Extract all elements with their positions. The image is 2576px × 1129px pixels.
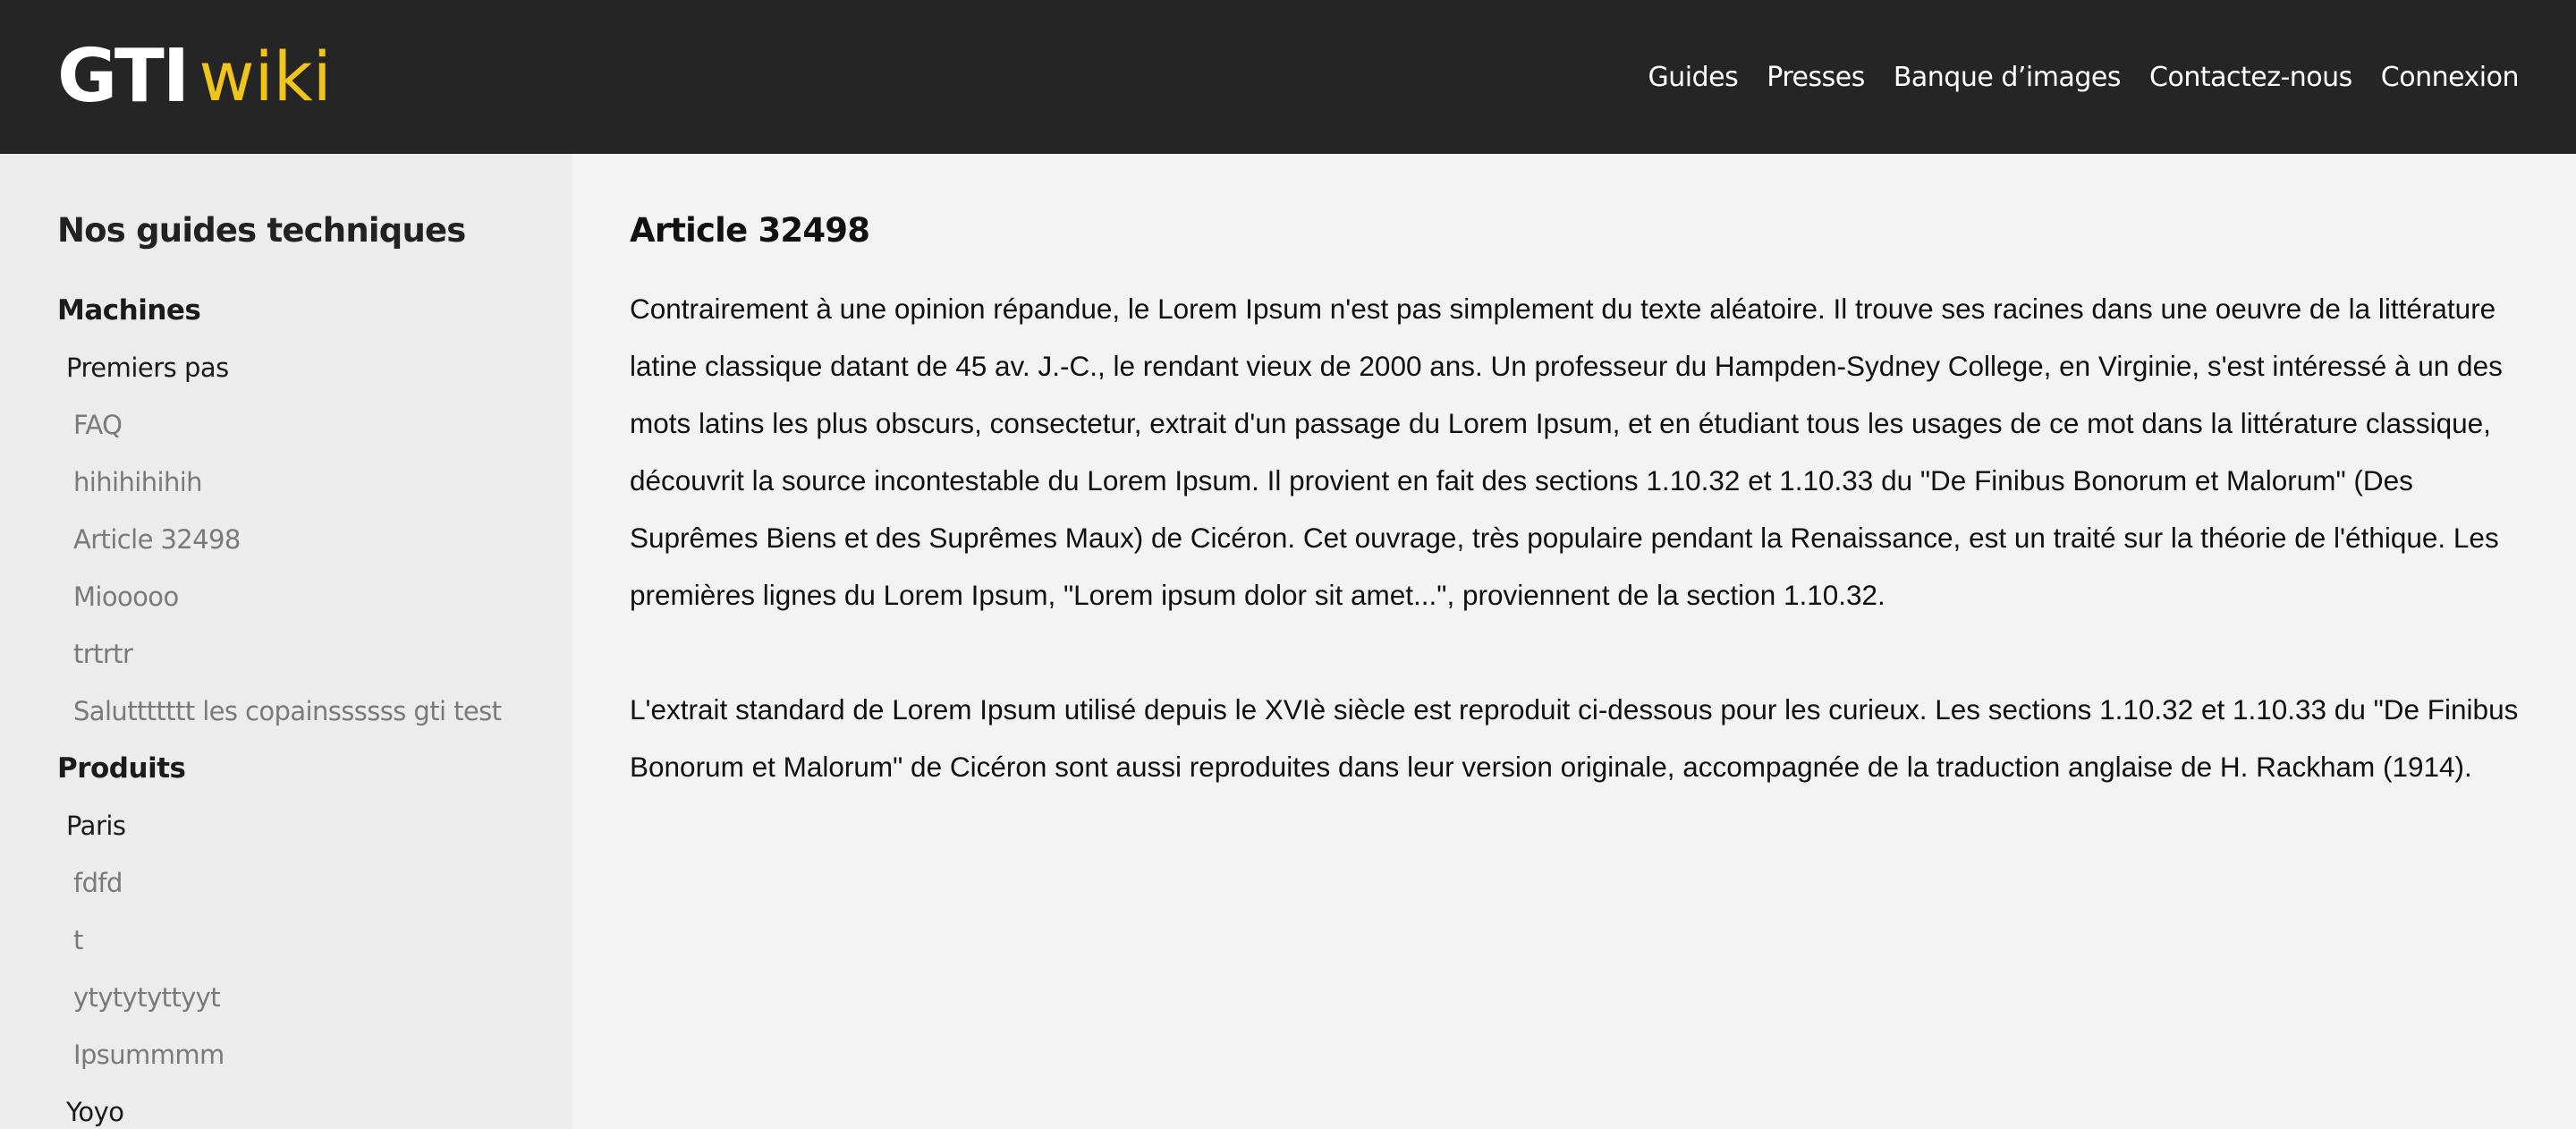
logo-wiki-text: wiki (199, 37, 332, 116)
nav-link-contact[interactable]: Contactez-nous (2149, 62, 2352, 93)
sidebar-title: Nos guides techniques (57, 211, 466, 250)
main-nav: Guides Presses Banque d’images Contactez… (1648, 62, 2520, 93)
nav-link-guides[interactable]: Guides (1648, 62, 1739, 93)
sidebar-article-t[interactable]: t (57, 912, 515, 969)
sidebar-subcategory-yoyo[interactable]: Yoyo (57, 1083, 515, 1129)
nav-link-image-bank[interactable]: Banque d’images (1894, 62, 2122, 93)
article-content: Article 32498 Contrairement à une opinio… (572, 154, 2576, 1129)
article-paragraph: Contrairement à une opinion répandue, le… (630, 293, 2503, 611)
logo-gti-text: GTI (57, 34, 190, 119)
sidebar-article-miooooo[interactable]: Miooooo (57, 568, 515, 625)
sidebar-article-fdfd[interactable]: fdfd (57, 854, 515, 912)
sidebar-article-hihihihihih[interactable]: hihihihihih (57, 454, 515, 511)
sidebar-category-machines[interactable]: Machines (57, 282, 515, 339)
sidebar-article-ytytytyttyyt[interactable]: ytytytyttyyt (57, 969, 515, 1026)
sidebar-category-produits[interactable]: Produits (57, 740, 515, 797)
page-title: Article 32498 (630, 211, 870, 250)
sidebar-article-saluttttttt[interactable]: Saluttttttt les copainssssss gti test (57, 683, 515, 740)
sidebar-article-ipsummmm[interactable]: Ipsummmm (57, 1026, 515, 1083)
nav-link-login[interactable]: Connexion (2381, 62, 2520, 93)
sidebar-tree: Machines Premiers pas FAQ hihihihihih Ar… (57, 282, 515, 1129)
sidebar-article-32498[interactable]: Article 32498 (57, 511, 515, 568)
sidebar-subcategory-premiers-pas[interactable]: Premiers pas (57, 339, 515, 396)
sidebar-article-trtrtr[interactable]: trtrtr (57, 625, 515, 683)
article-paragraph: L'extrait standard de Lorem Ipsum utilis… (630, 693, 2519, 783)
sidebar: Nos guides techniques Machines Premiers … (0, 154, 572, 1129)
sidebar-subcategory-paris[interactable]: Paris (57, 797, 515, 854)
top-navbar: GTI wiki Guides Presses Banque d’images … (0, 0, 2576, 154)
nav-link-presses[interactable]: Presses (1767, 62, 1865, 93)
sidebar-article-faq[interactable]: FAQ (57, 396, 515, 454)
site-logo[interactable]: GTI wiki (57, 32, 332, 122)
